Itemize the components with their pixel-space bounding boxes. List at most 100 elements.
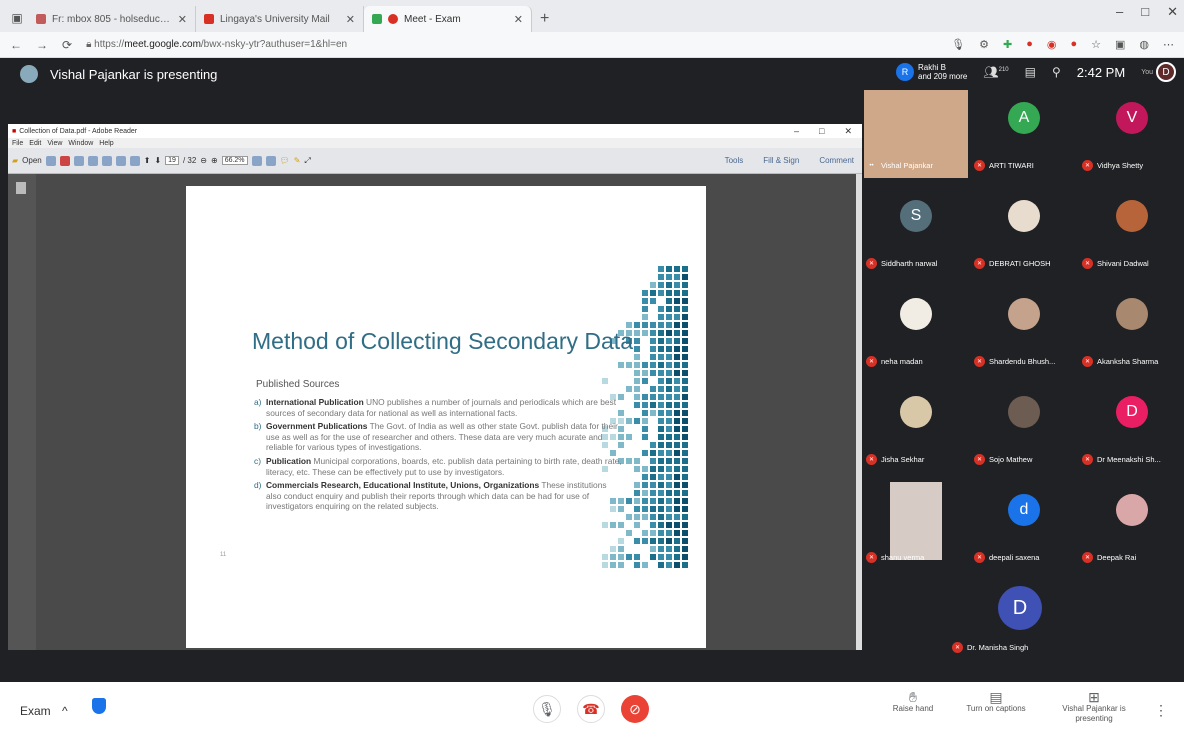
pdf-tool-icon[interactable] bbox=[59, 155, 70, 166]
mosaic-tile bbox=[650, 354, 656, 360]
menu-view[interactable]: View bbox=[47, 140, 62, 147]
save-icon[interactable] bbox=[101, 155, 112, 166]
present-now-button[interactable]: ⊞ Vishal Pajankar is presenting bbox=[1054, 690, 1134, 724]
extension-icon[interactable]: ● bbox=[1026, 38, 1033, 51]
close-tab-icon[interactable]: ✕ bbox=[514, 13, 523, 26]
mic-muted-icon: ✕ bbox=[974, 258, 985, 269]
next-page-icon[interactable]: ⬇ bbox=[154, 156, 161, 165]
shield-icon[interactable] bbox=[92, 698, 106, 714]
reload-icon[interactable]: ⟳ bbox=[62, 38, 72, 52]
minimize-button[interactable]: – bbox=[794, 126, 799, 137]
open-button[interactable]: Open bbox=[22, 156, 42, 165]
create-icon[interactable] bbox=[45, 155, 56, 166]
close-window-button[interactable]: ✕ bbox=[1167, 4, 1178, 20]
extension-icon[interactable]: ✚ bbox=[1003, 38, 1012, 51]
forward-icon[interactable]: → bbox=[36, 38, 48, 52]
participant-tile[interactable]: ✕ Shivani Dadwal bbox=[1078, 188, 1182, 280]
participant-tile[interactable]: ✕ neha madan bbox=[862, 286, 966, 378]
participant-tile[interactable]: ✕ DEBRATI GHOSH bbox=[970, 188, 1074, 280]
prev-page-icon[interactable]: ⬆ bbox=[144, 156, 151, 165]
tab-meet[interactable]: Meet - Exam ✕ bbox=[364, 6, 532, 32]
participant-tile[interactable]: D ✕ Dr. Manisha Singh bbox=[942, 580, 1046, 672]
microphone-button[interactable]: 🎙︎ bbox=[533, 695, 561, 723]
participant-tile[interactable]: ✕ Jisha Sekhar bbox=[862, 384, 966, 476]
minimize-button[interactable]: – bbox=[1116, 4, 1123, 20]
menu-file[interactable]: File bbox=[12, 140, 23, 147]
mosaic-tile bbox=[634, 482, 640, 488]
back-icon[interactable]: ← bbox=[10, 38, 22, 52]
cloud-icon[interactable] bbox=[87, 155, 98, 166]
zoom-out-icon[interactable]: ⊖ bbox=[200, 156, 207, 165]
leave-call-button[interactable]: ☎ bbox=[577, 695, 605, 723]
activities-icon[interactable]: ⚲ bbox=[1052, 65, 1061, 79]
participant-tile[interactable]: V ✕ Vidhya Shetty bbox=[1078, 90, 1182, 182]
participant-tile[interactable]: ✕ Akanksha Sharma bbox=[1078, 286, 1182, 378]
people-icon[interactable]: 👥︎210 bbox=[983, 65, 1008, 79]
avatar bbox=[1116, 200, 1148, 232]
extension-icon[interactable]: ◉ bbox=[1047, 38, 1057, 51]
people-summary[interactable]: R Rakhi Band 209 more bbox=[896, 63, 967, 81]
participant-tile[interactable]: d ✕ deepali saxena bbox=[970, 482, 1074, 574]
participant-tile[interactable]: ✕ Shardendu Bhush... bbox=[970, 286, 1074, 378]
email-icon[interactable] bbox=[129, 155, 140, 166]
participant-tile[interactable]: S ✕ Siddharth narwal bbox=[862, 188, 966, 280]
participant-tile[interactable]: A ✕ ARTI TIWARI bbox=[970, 90, 1074, 182]
mosaic-tile bbox=[666, 538, 672, 544]
zoom-in-icon[interactable]: ⊕ bbox=[211, 156, 218, 165]
pages-icon[interactable] bbox=[16, 182, 26, 194]
participant-tile[interactable]: D ✕ Dr Meenakshi Sh... bbox=[1078, 384, 1182, 476]
fit-width-icon[interactable] bbox=[265, 155, 276, 166]
mosaic-tile bbox=[658, 266, 664, 272]
list-item: c) Publication Municipal corporations, bo… bbox=[254, 456, 624, 477]
maximize-button[interactable]: □ bbox=[1141, 4, 1149, 20]
zoom-select[interactable]: 66.2% bbox=[221, 156, 248, 165]
meeting-details-button[interactable]: Exam ^ bbox=[20, 704, 68, 718]
tab-mail-1[interactable]: Fr: mbox 805 - holseducation@... ✕ bbox=[28, 6, 196, 32]
mic-muted-icon: ✕ bbox=[866, 454, 877, 465]
camera-button[interactable]: ⊘ bbox=[621, 695, 649, 723]
comment-pane-button[interactable]: Comment bbox=[819, 156, 854, 165]
favorites-icon[interactable]: ☆ bbox=[1091, 38, 1101, 51]
edit-icon[interactable] bbox=[73, 155, 84, 166]
tab-actions-icon[interactable]: ▣ bbox=[6, 4, 28, 32]
mosaic-tile bbox=[626, 498, 632, 504]
maximize-button[interactable]: □ bbox=[819, 126, 824, 137]
mosaic-tile bbox=[634, 514, 640, 520]
tab-mail-2[interactable]: Lingaya's University Mail ✕ bbox=[196, 6, 364, 32]
close-tab-icon[interactable]: ✕ bbox=[346, 13, 355, 26]
print-icon[interactable] bbox=[115, 155, 126, 166]
camera-permission-icon[interactable]: ⚙ bbox=[979, 38, 989, 51]
participant-tile[interactable]: •• Vishal Pajankar bbox=[862, 90, 968, 182]
menu-help[interactable]: Help bbox=[99, 140, 113, 147]
url-field[interactable]: 🔒︎ https://meet.google.com/bwx-nsky-ytr?… bbox=[86, 39, 937, 50]
close-button[interactable]: ✕ bbox=[844, 126, 852, 137]
chat-icon[interactable]: ▤ bbox=[1025, 65, 1036, 79]
comment-icon[interactable]: 💬︎ bbox=[280, 156, 290, 165]
mosaic-tile bbox=[658, 522, 664, 528]
page-number-input[interactable]: 19 bbox=[165, 156, 179, 165]
captions-button[interactable]: ▤ Turn on captions bbox=[956, 690, 1036, 714]
fill-sign-pane-button[interactable]: Fill & Sign bbox=[763, 156, 799, 165]
collections-icon[interactable]: ▣ bbox=[1115, 38, 1125, 51]
menu-icon[interactable]: ⋯ bbox=[1163, 38, 1174, 51]
participant-tile[interactable]: ✕ Sojo Mathew bbox=[970, 384, 1074, 476]
fit-page-icon[interactable] bbox=[251, 155, 262, 166]
new-tab-button[interactable]: + bbox=[532, 6, 557, 32]
participant-tile[interactable]: ✕ shanu verma bbox=[862, 482, 966, 574]
mosaic-tile bbox=[682, 426, 688, 432]
extension-icon[interactable]: ● bbox=[1070, 38, 1077, 51]
more-options-button[interactable]: ⋮ bbox=[1154, 702, 1168, 719]
profile-icon[interactable]: ◍ bbox=[1139, 38, 1149, 51]
tools-pane-button[interactable]: Tools bbox=[725, 156, 744, 165]
stamp-icon[interactable]: ✎ bbox=[294, 156, 301, 165]
raise-hand-button[interactable]: ✋︎ Raise hand bbox=[873, 690, 953, 714]
menu-window[interactable]: Window bbox=[68, 140, 93, 147]
expand-icon[interactable]: ⤢ bbox=[304, 156, 310, 166]
participant-tile[interactable]: ✕ Deepak Rai bbox=[1078, 482, 1182, 574]
close-tab-icon[interactable]: ✕ bbox=[178, 13, 187, 26]
mosaic-tile bbox=[658, 410, 664, 416]
mosaic-tile bbox=[642, 418, 648, 424]
mic-permission-icon[interactable]: 🎙︎ bbox=[951, 38, 965, 51]
menu-edit[interactable]: Edit bbox=[29, 140, 41, 147]
self-tile[interactable]: You D bbox=[1141, 62, 1176, 82]
